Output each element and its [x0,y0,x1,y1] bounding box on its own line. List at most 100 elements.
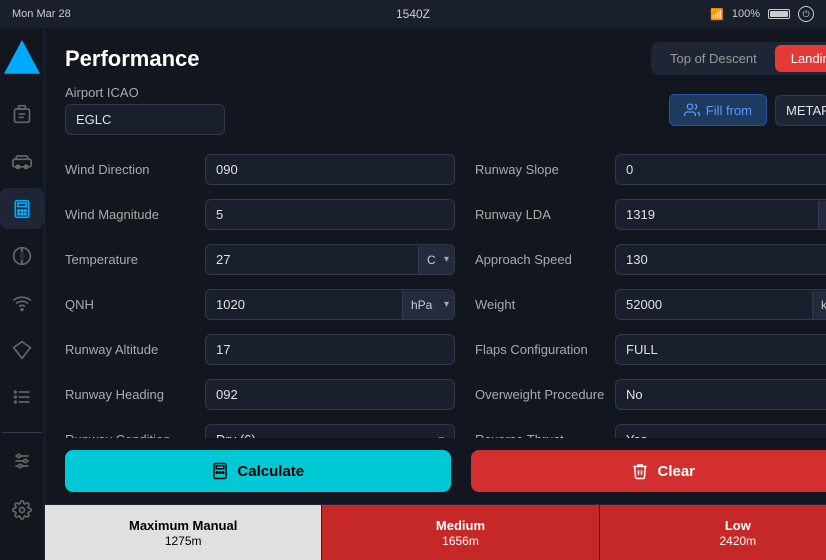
battery-icon [768,9,790,19]
action-row: Calculate Clear [45,438,826,504]
metar-select[interactable]: METAR [775,95,826,126]
titlebar-date: Mon Mar 28 [12,8,71,20]
qnh-input[interactable] [206,290,402,319]
calculate-button[interactable]: Calculate [65,450,451,492]
stat-medium-label: Medium [436,518,485,533]
runway-altitude-label: Runway Altitude [65,342,195,357]
runway-lda-unit-wrapper: m ft [818,201,826,229]
wifi-icon: 📶 [710,8,724,21]
sidebar-item-calculator[interactable] [0,188,44,229]
sidebar [0,28,45,560]
wind-direction-label: Wind Direction [65,162,195,177]
temperature-row: Temperature C F [65,237,455,282]
weight-input-group: kg lbs [615,289,826,320]
temperature-unit-wrapper: C F [418,246,454,274]
reverse-thrust-dropdown: Yes No [615,424,826,438]
fill-row: Fill from METAR [669,94,826,126]
stat-max-manual: Maximum Manual 1275m [45,505,322,560]
power-button[interactable]: ⏻ [798,6,814,22]
overweight-proc-dropdown: No Yes [615,379,826,410]
runway-condition-dropdown: Dry (6) Wet (4) Contaminated [205,424,455,438]
wind-magnitude-label: Wind Magnitude [65,207,195,222]
form-col-left: Wind Direction Wind Magnitude Temperatur… [65,147,455,438]
approach-speed-input[interactable] [615,244,826,275]
qnh-unit-wrapper: hPa inHg [402,291,454,319]
runway-lda-input[interactable] [616,200,818,229]
stat-max-manual-value: 1275m [165,534,202,548]
runway-slope-row: Runway Slope [475,147,826,192]
stat-medium-value: 1656m [442,534,479,548]
sidebar-divider [2,432,42,433]
runway-heading-input[interactable] [205,379,455,410]
weight-row: Weight kg lbs [475,282,826,327]
runway-altitude-row: Runway Altitude [65,327,455,372]
tab-landing[interactable]: Landing [775,45,826,72]
stat-low: Low 2420m [600,505,826,560]
main-content: Performance Top of Descent Landing Airpo… [45,28,826,560]
flaps-config-dropdown: FULL FLAPS 3 [615,334,826,365]
flaps-config-label: Flaps Configuration [475,342,605,357]
temperature-label: Temperature [65,252,195,267]
qnh-unit-select[interactable]: hPa inHg [402,291,454,319]
wind-direction-input[interactable] [205,154,455,185]
weight-unit-select[interactable]: kg lbs [812,291,826,319]
runway-lda-row: Runway LDA m ft [475,192,826,237]
approach-speed-row: Approach Speed [475,237,826,282]
reverse-thrust-row: Reverse Thrust Yes No [475,417,826,438]
runway-heading-row: Runway Heading [65,372,455,417]
runway-slope-label: Runway Slope [475,162,605,177]
temperature-input-group: C F [205,244,455,275]
qnh-row: QNH hPa inHg [65,282,455,327]
temperature-unit-select[interactable]: C F [418,246,454,274]
temperature-input[interactable] [206,245,418,274]
qnh-label: QNH [65,297,195,312]
sidebar-item-diamond[interactable] [0,330,44,371]
sidebar-item-radio[interactable] [0,282,44,323]
battery-pct: 100% [732,8,760,20]
titlebar: Mon Mar 28 1540Z 📶 100% ⏻ [0,0,826,28]
sidebar-item-list[interactable] [0,377,44,418]
app-logo [4,40,40,74]
sidebar-item-clipboard[interactable] [0,94,44,135]
weight-input[interactable] [616,290,812,319]
runway-slope-input[interactable] [615,154,826,185]
flaps-config-row: Flaps Configuration FULL FLAPS 3 [475,327,826,372]
runway-lda-label: Runway LDA [475,207,605,222]
airport-icao-input[interactable] [65,104,225,135]
sidebar-item-settings[interactable] [0,488,44,532]
titlebar-time: 1540Z [396,7,430,21]
wind-magnitude-row: Wind Magnitude [65,192,455,237]
metar-select-wrapper: METAR [775,95,826,126]
titlebar-controls: 📶 100% ⏻ [710,6,814,22]
flaps-config-select[interactable]: FULL FLAPS 3 [616,335,826,364]
icao-row: Airport ICAO Fill from METAR [45,85,826,147]
tab-top-of-descent[interactable]: Top of Descent [654,45,773,72]
qnh-input-group: hPa inHg [205,289,455,320]
overweight-proc-label: Overweight Procedure [475,387,605,402]
page-title: Performance [65,46,200,72]
stat-max-manual-label: Maximum Manual [129,518,237,533]
header: Performance Top of Descent Landing [45,28,826,85]
approach-speed-label: Approach Speed [475,252,605,267]
clear-button[interactable]: Clear [471,450,826,492]
icao-section: Airport ICAO [65,85,225,135]
wind-direction-row: Wind Direction [65,147,455,192]
reverse-thrust-select[interactable]: Yes No [616,425,826,438]
stat-low-value: 2420m [719,534,756,548]
sidebar-item-sliders[interactable] [0,441,44,482]
runway-altitude-input[interactable] [205,334,455,365]
overweight-proc-select[interactable]: No Yes [616,380,826,409]
weight-unit-wrapper: kg lbs [812,291,826,319]
fill-from-button[interactable]: Fill from [669,94,767,126]
runway-condition-row: Runway Condition Dry (6) Wet (4) Contami… [65,417,455,438]
sidebar-item-compass[interactable] [0,235,44,276]
fill-from-label: Fill from [706,103,752,118]
wind-magnitude-input[interactable] [205,199,455,230]
bottom-stats: Maximum Manual 1275m Medium 1656m Low 24… [45,504,826,560]
runway-condition-select[interactable]: Dry (6) Wet (4) Contaminated [206,425,454,438]
sidebar-item-vehicle[interactable] [0,141,44,182]
runway-lda-unit-select[interactable]: m ft [818,201,826,229]
weight-label: Weight [475,297,605,312]
calculate-label: Calculate [237,463,304,480]
icao-label: Airport ICAO [65,85,225,100]
